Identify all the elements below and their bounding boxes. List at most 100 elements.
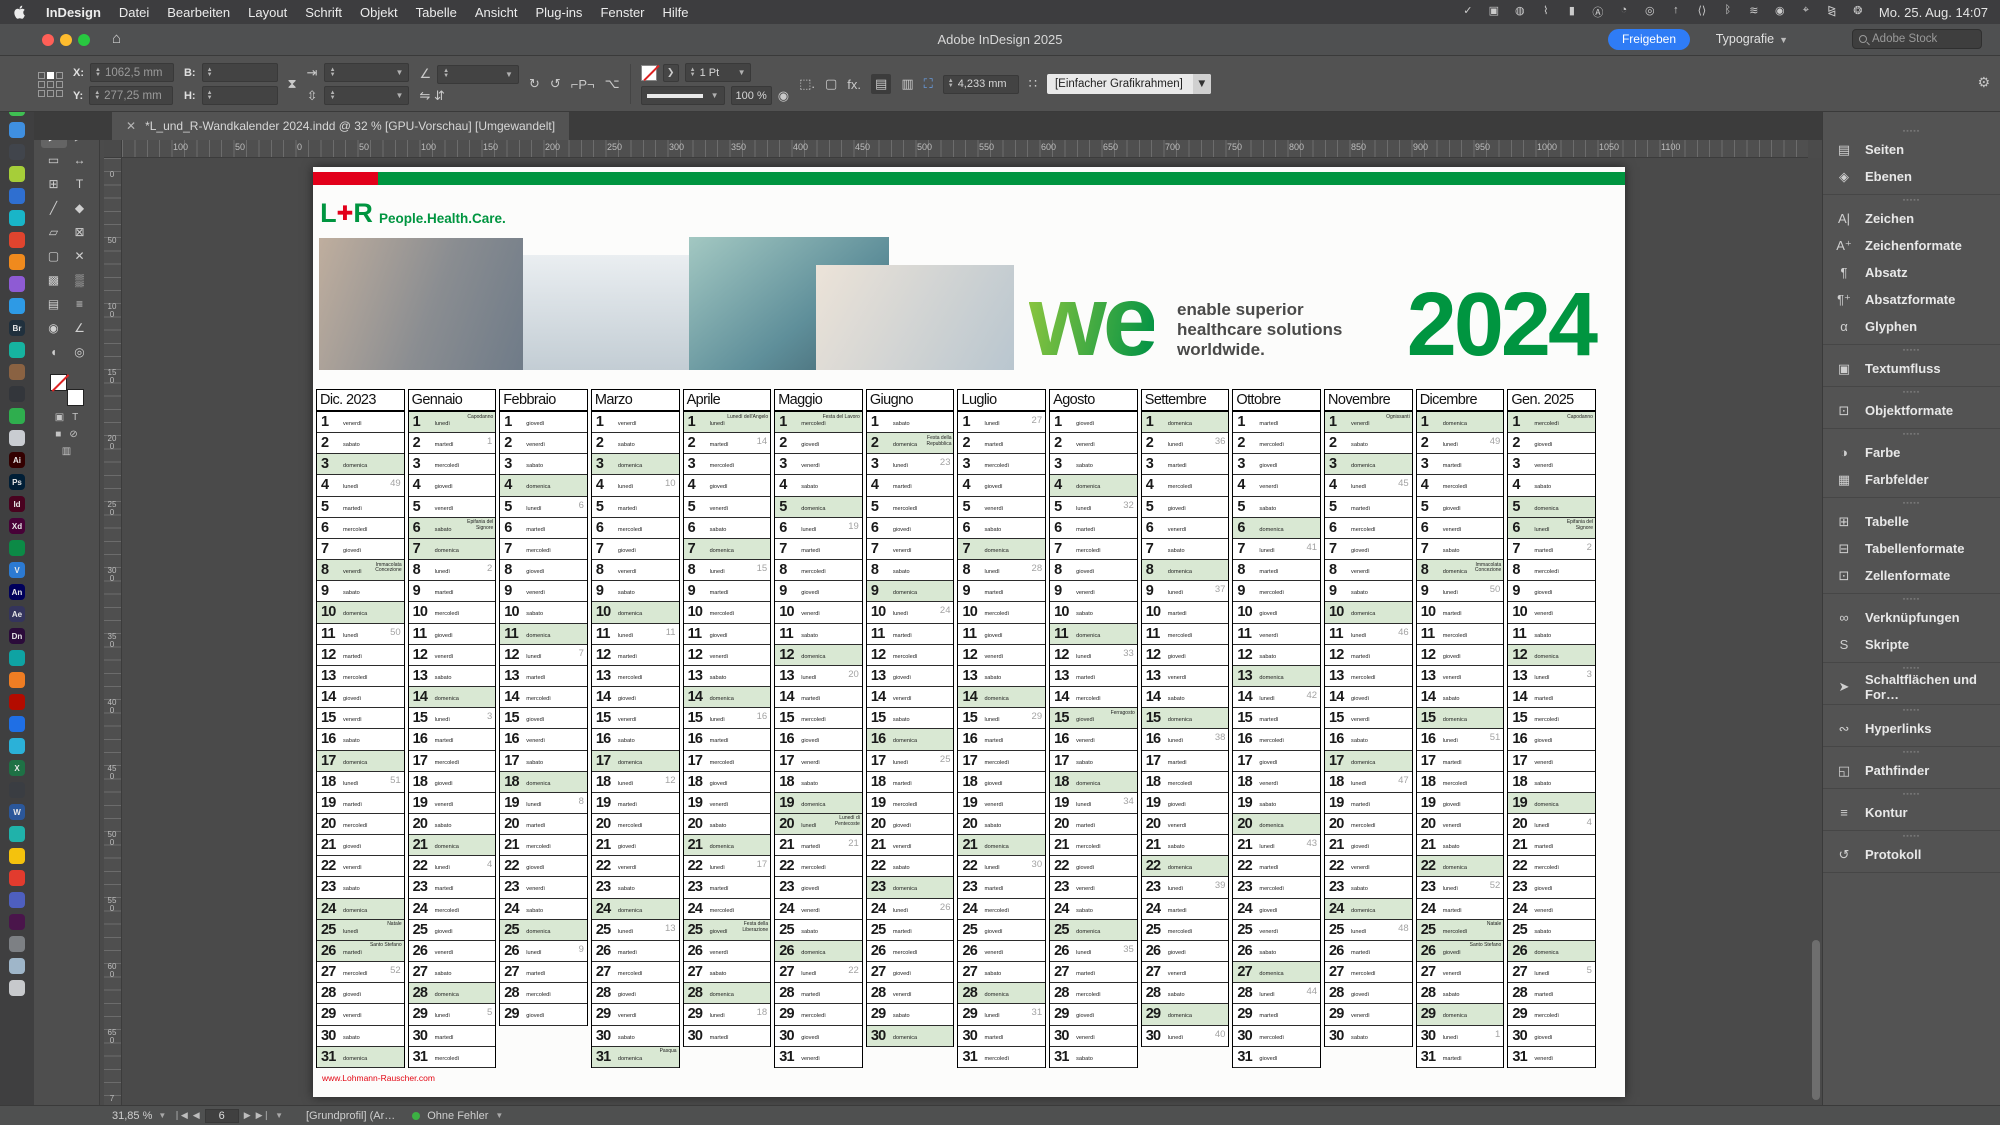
- wifi-icon[interactable]: ≋: [1747, 4, 1761, 20]
- formatting-text-icon[interactable]: T: [72, 412, 78, 423]
- screen-mode-icon[interactable]: ▥: [62, 446, 71, 457]
- siri-icon[interactable]: ❂: [1851, 4, 1865, 20]
- panel-item-objektformate[interactable]: ⊡Objektformate: [1823, 397, 2000, 424]
- document-tab[interactable]: ✕ *L_und_R-Wandkalender 2024.indd @ 32 %…: [112, 112, 569, 140]
- formatting-container-icon[interactable]: ▣: [55, 412, 64, 423]
- preflight-profile[interactable]: [Grundprofil] (Ar…: [306, 1110, 395, 1122]
- panel-group-grip[interactable]: ▪▪▪▪▪: [1823, 707, 2000, 715]
- menu-item-layout[interactable]: Layout: [239, 5, 296, 20]
- fill-swatch-none[interactable]: [50, 374, 67, 391]
- gradient-tool[interactable]: ▒: [67, 268, 93, 292]
- dock-icon-app-orange[interactable]: [9, 254, 25, 270]
- shear-dropdown[interactable]: ▲▼▼: [437, 65, 519, 84]
- text-wrap-none-icon[interactable]: ▤: [871, 74, 891, 94]
- dock-icon-animate[interactable]: An: [9, 584, 25, 600]
- panel-group-grip[interactable]: ▪▪▪▪▪: [1823, 128, 2000, 136]
- vertical-ruler[interactable]: 0501001502002503003504004505005506006507: [104, 158, 122, 1105]
- pen-tool[interactable]: ◆: [67, 196, 93, 220]
- preview-eye-icon[interactable]: ◉: [778, 88, 789, 104]
- ruler-corner[interactable]: [104, 140, 122, 158]
- reference-point-proxy[interactable]: [38, 72, 63, 97]
- first-page-button[interactable]: ❘◀: [173, 1110, 187, 1121]
- opacity-field[interactable]: 100 %: [731, 86, 772, 105]
- stroke-swatch[interactable]: [67, 389, 84, 406]
- month-column[interactable]: Febbraio1giovedì2venerdì3sabato4domenica…: [499, 389, 588, 1026]
- free-transform-tool[interactable]: ▩: [41, 268, 67, 292]
- time-machine-icon[interactable]: ◔: [1617, 4, 1631, 20]
- month-column[interactable]: Novembre1venerdìOgnissanti2sabato3domeni…: [1324, 389, 1413, 1047]
- panel-item-kontur[interactable]: ≡Kontur: [1823, 799, 2000, 826]
- dock-icon-app-blue[interactable]: [9, 122, 25, 138]
- dock-icon-app-blue4[interactable]: [9, 716, 25, 732]
- month-column[interactable]: Aprile1lunedìLunedì dell'Angelo2martedì1…: [683, 389, 772, 1047]
- shield-icon[interactable]: Ⓐ: [1591, 4, 1605, 20]
- corner-radius-field[interactable]: ▲▼ 4,233 mm: [943, 75, 1019, 94]
- dock-icon-photoshop[interactable]: Ps: [9, 474, 25, 490]
- pencil-tool[interactable]: ▱: [41, 220, 67, 244]
- stroke-weight-field[interactable]: ▲▼ 1 Pt ▼: [685, 63, 751, 82]
- panel-item-tabelle[interactable]: ⊞Tabelle: [1823, 508, 2000, 535]
- panel-item-farbfelder[interactable]: ▦Farbfelder: [1823, 466, 2000, 493]
- scissors-tool[interactable]: ✕: [67, 244, 93, 268]
- panel-item-verkn-pfungen[interactable]: ∞Verknüpfungen: [1823, 604, 2000, 631]
- height-field[interactable]: ▲▼: [202, 86, 278, 105]
- width-field[interactable]: ▲▼: [202, 63, 278, 82]
- dock-icon-app-purple[interactable]: [9, 276, 25, 292]
- menu-item-ansicht[interactable]: Ansicht: [466, 5, 527, 20]
- month-column[interactable]: Giugno1sabato2domenicaFesta della Repubb…: [866, 389, 955, 1047]
- sync-icon[interactable]: ✓: [1461, 4, 1475, 20]
- update-icon[interactable]: ↑: [1669, 4, 1683, 20]
- dock-icon-app-orange2[interactable]: [9, 672, 25, 688]
- rotate-cw-icon[interactable]: ↻: [529, 76, 540, 92]
- panel-gear-icon[interactable]: ⚙: [1977, 74, 1990, 91]
- page-tool[interactable]: ▭: [41, 148, 67, 172]
- dock-icon-bridge[interactable]: Br: [9, 320, 25, 336]
- panel-item-absatz[interactable]: ¶Absatz: [1823, 259, 2000, 286]
- dock-icon-app-red[interactable]: [9, 232, 25, 248]
- dock-icon-app-green2[interactable]: [9, 408, 25, 424]
- dock-icon-acrobat[interactable]: [9, 694, 25, 710]
- vertical-scrollbar[interactable]: [1812, 940, 1820, 1100]
- free-transform-icon[interactable]: ⌐P¬: [571, 77, 595, 92]
- month-column[interactable]: Luglio1lunedì272martedì3mercoledì4gioved…: [957, 389, 1046, 1068]
- constrain-proportions-icon[interactable]: ⧗: [288, 76, 297, 92]
- panel-item-hyperlinks[interactable]: ∾Hyperlinks: [1823, 715, 2000, 742]
- battery-icon[interactable]: ▮: [1565, 4, 1579, 20]
- menu-item-plug-ins[interactable]: Plug-ins: [526, 5, 591, 20]
- dock-icon-app-teal5[interactable]: [9, 738, 25, 754]
- panel-item-farbe[interactable]: ◑Farbe: [1823, 439, 2000, 466]
- month-column[interactable]: Gen. 20251mercoledìCapodanno2giovedì3ven…: [1507, 389, 1596, 1068]
- dock-icon-app-brown[interactable]: [9, 364, 25, 380]
- dock-icon-app-yellow[interactable]: [9, 848, 25, 864]
- dock-icon-app-gray2[interactable]: [9, 936, 25, 952]
- fill-stroke-control[interactable]: [50, 374, 84, 406]
- calendar-page[interactable]: L✚R People.Health.Care. we enable superi…: [313, 167, 1625, 1097]
- calendar-table[interactable]: Dic. 20231venerdì2sabato3domenica4lunedì…: [316, 389, 1596, 1069]
- panel-item-glyphen[interactable]: αGlyphen: [1823, 313, 2000, 340]
- menu-item-hilfe[interactable]: Hilfe: [654, 5, 698, 20]
- dock-icon-app-dark[interactable]: [9, 144, 25, 160]
- last-page-button[interactable]: ▶❘: [256, 1110, 270, 1121]
- month-column[interactable]: Marzo1venerdì2sabato3domenica4lunedì105m…: [591, 389, 680, 1068]
- panel-group-grip[interactable]: ▪▪▪▪▪: [1823, 833, 2000, 841]
- panel-item-pathfinder[interactable]: ◱Pathfinder: [1823, 757, 2000, 784]
- panel-group-grip[interactable]: ▪▪▪▪▪: [1823, 791, 2000, 799]
- month-column[interactable]: Agosto1giovedì2venerdì3sabato4domenica5l…: [1049, 389, 1138, 1068]
- creative-cloud-icon[interactable]: ◍: [1513, 4, 1527, 20]
- panel-group-grip[interactable]: ▪▪▪▪▪: [1823, 431, 2000, 439]
- preflight-status-text[interactable]: Ohne Fehler: [427, 1110, 488, 1122]
- dock-icon-app-lime[interactable]: [9, 166, 25, 182]
- scale-x-dropdown[interactable]: ▲▼▼: [324, 63, 410, 82]
- airdrop-icon[interactable]: ◎: [1643, 4, 1657, 20]
- dock-icon-app-dark3[interactable]: [9, 782, 25, 798]
- horizontal-ruler[interactable]: 1005005010015020025030035040045050055060…: [122, 140, 1808, 158]
- panel-group-grip[interactable]: ▪▪▪▪▪: [1823, 749, 2000, 757]
- month-column[interactable]: Maggio1mercoledìFesta del Lavoro2giovedì…: [774, 389, 863, 1068]
- dock-icon-word[interactable]: W: [9, 804, 25, 820]
- code-icon[interactable]: ⟨⟩: [1695, 4, 1709, 20]
- corner-options-icon[interactable]: ⬚.: [799, 76, 815, 92]
- note-tool[interactable]: ≡: [67, 292, 93, 316]
- gap-tool[interactable]: ↔: [67, 148, 93, 172]
- apply-none-icon[interactable]: ⊘: [69, 429, 77, 440]
- effects-icon[interactable]: fx.: [847, 77, 861, 92]
